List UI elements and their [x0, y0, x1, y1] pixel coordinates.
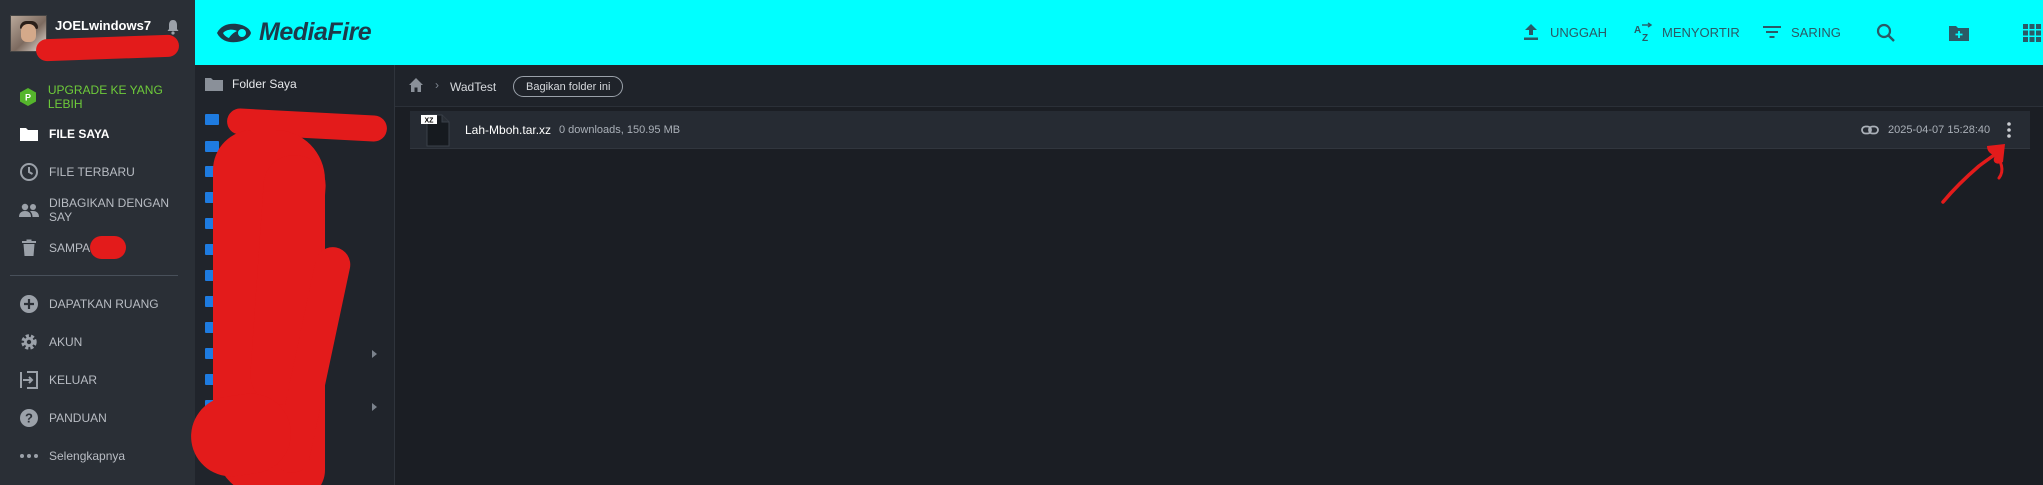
- nav-label: DAPATKAN RUANG: [49, 297, 159, 311]
- breadcrumb-current-folder: WadTest: [450, 80, 497, 94]
- folder-tree-root[interactable]: Folder Saya: [205, 77, 297, 91]
- nav-upgrade[interactable]: P UPGRADE KE YANG LEBIH: [18, 83, 193, 111]
- share-folder-button[interactable]: Bagikan folder ini: [513, 76, 624, 97]
- plus-circle-icon: [18, 293, 40, 315]
- search-icon: [1876, 23, 1895, 42]
- home-icon[interactable]: [408, 77, 424, 93]
- help-icon: ?: [18, 407, 40, 429]
- svg-text:?: ?: [25, 411, 33, 426]
- upgrade-badge-icon: P: [18, 86, 39, 108]
- nav-shared-with-me[interactable]: DIBAGIKAN DENGAN SAY: [18, 196, 193, 224]
- mediafire-flame-icon: [217, 23, 251, 42]
- svg-text:A: A: [1634, 25, 1641, 36]
- file-date: 2025-04-07 15:28:40: [1888, 124, 1991, 136]
- expand-arrow-icon[interactable]: [372, 403, 377, 411]
- redaction-mark: [35, 34, 180, 62]
- svg-text:XZ: XZ: [425, 117, 435, 124]
- nav-label: DIBAGIKAN DENGAN SAY: [49, 196, 170, 224]
- nav-account[interactable]: AKUN: [18, 329, 193, 355]
- more-vertical-icon[interactable]: [2004, 120, 2014, 140]
- tree-folder-icon[interactable]: [205, 114, 219, 125]
- logo-text: MediaFire: [259, 18, 372, 46]
- filter-label: SARING: [1791, 24, 1841, 40]
- username: JOELwindows7: [55, 18, 152, 33]
- nav-more[interactable]: Selengkapnya: [18, 443, 193, 469]
- link-icon[interactable]: [1861, 121, 1879, 139]
- filter-icon: [1762, 22, 1782, 42]
- logout-icon: [18, 369, 40, 391]
- sort-label: MENYORTIR: [1662, 24, 1740, 40]
- file-type-icon: XZ: [421, 114, 450, 147]
- redaction-mark: [90, 236, 126, 259]
- search-button[interactable]: [1875, 22, 1897, 44]
- nav-label: Selengkapnya: [49, 449, 126, 463]
- nav-label: PANDUAN: [49, 411, 107, 425]
- nav-label: FILE SAYA: [49, 127, 110, 141]
- filter-button[interactable]: SARING: [1762, 22, 1841, 42]
- svg-text:P: P: [25, 93, 31, 103]
- grid-view-icon: [2023, 24, 2041, 42]
- trash-icon: [18, 237, 40, 259]
- folder-icon: [18, 123, 40, 145]
- upload-label: UNGGAH: [1550, 24, 1608, 40]
- grid-view-button[interactable]: [2021, 22, 2043, 44]
- svg-text:Z: Z: [1642, 33, 1648, 42]
- upload-icon: [1521, 22, 1541, 42]
- folder-icon: [205, 78, 223, 91]
- people-icon: [18, 199, 40, 221]
- file-meta: 0 downloads, 150.95 MB: [559, 124, 681, 136]
- file-name[interactable]: Lah-Mboh.tar.xz: [465, 123, 551, 137]
- new-folder-icon: [1949, 26, 1969, 41]
- bell-icon[interactable]: [166, 19, 180, 35]
- expand-arrow-icon[interactable]: [372, 350, 377, 358]
- breadcrumb-separator: ›: [435, 78, 439, 92]
- new-folder-button[interactable]: [1948, 22, 1970, 44]
- nav-my-files[interactable]: FILE SAYA: [18, 121, 193, 147]
- sort-button[interactable]: AZ MENYORTIR: [1633, 22, 1740, 42]
- folder-root-label: Folder Saya: [232, 77, 297, 91]
- nav-logout[interactable]: KELUAR: [18, 367, 193, 393]
- sidebar: JOELwindows7 P UPGRADE KE YANG LEBIH FIL…: [0, 0, 195, 485]
- nav-label: UPGRADE KE YANG LEBIH: [47, 83, 163, 111]
- clock-icon: [18, 161, 40, 183]
- folder-tree-panel: Folder Saya: [185, 65, 395, 485]
- mediafire-logo[interactable]: MediaFire: [215, 18, 372, 47]
- breadcrumb: › WadTest Bagikan folder ini: [395, 65, 2043, 107]
- nav-guide[interactable]: ? PANDUAN: [18, 405, 193, 431]
- annotation-arrow: [1941, 144, 2005, 204]
- nav-label: AKUN: [49, 335, 83, 349]
- gear-icon: [18, 331, 40, 353]
- nav-get-space[interactable]: DAPATKAN RUANG: [18, 291, 193, 317]
- nav-recent-files[interactable]: FILE TERBARU: [18, 159, 193, 185]
- nav-label: KELUAR: [49, 373, 98, 387]
- sort-az-icon: AZ: [1633, 22, 1653, 42]
- more-horizontal-icon: [18, 445, 40, 467]
- file-row[interactable]: XZ Lah-Mboh.tar.xz 0 downloads, 150.95 M…: [410, 111, 2030, 149]
- top-toolbar: MediaFire UNGGAH AZ MENYORTIR SARING: [195, 0, 2043, 65]
- nav-divider: [10, 275, 178, 276]
- nav-label: FILE TERBARU: [49, 165, 135, 179]
- upload-button[interactable]: UNGGAH: [1521, 22, 1607, 42]
